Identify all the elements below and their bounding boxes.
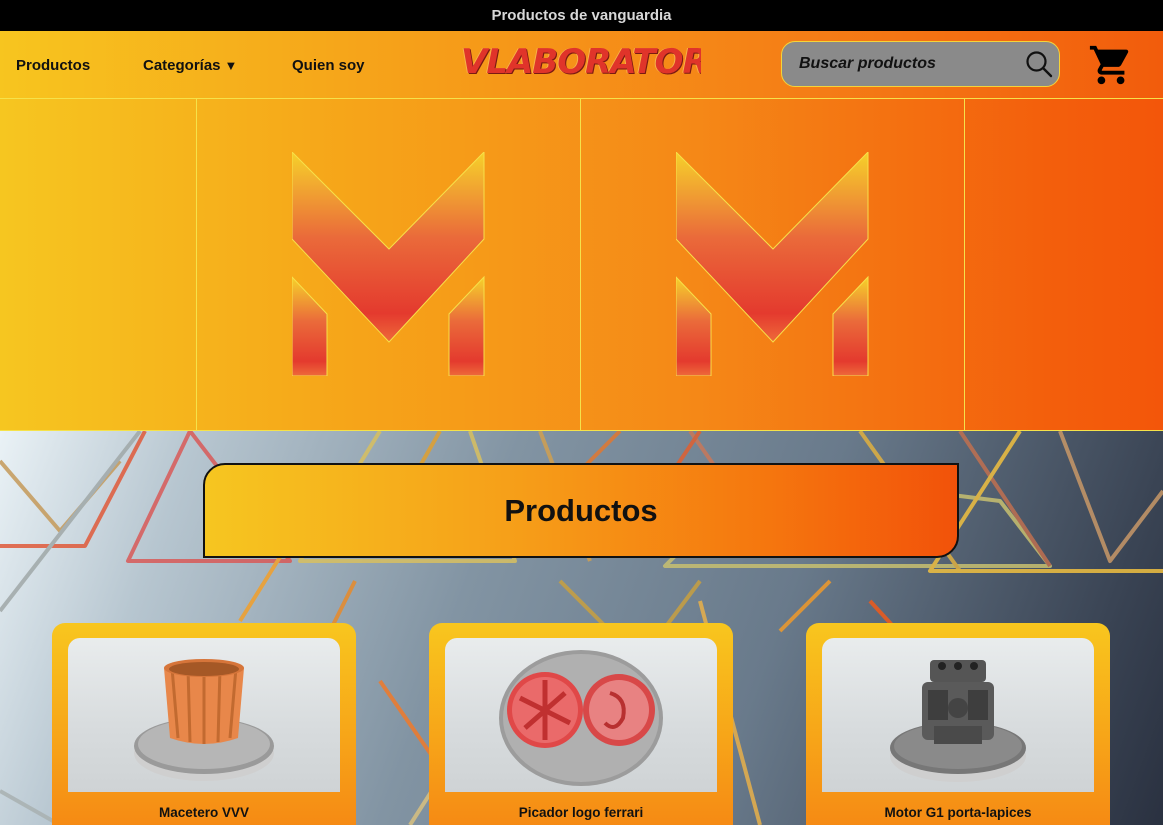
grinder-image: [499, 650, 663, 786]
products-section: Productos Macetero VVV Picador logo ferr…: [0, 431, 1163, 825]
section-title: Productos: [203, 463, 959, 558]
cart-icon: [1089, 45, 1129, 85]
nav-link-categorias-label: Categorías: [143, 57, 221, 74]
search-bar: [781, 41, 1060, 87]
product-image[interactable]: [68, 638, 340, 792]
brand-logo[interactable]: VLABORATORI: [461, 42, 701, 82]
search-button[interactable]: [1018, 41, 1059, 87]
product-image[interactable]: [822, 638, 1094, 792]
chevron-down-icon: ▼: [224, 58, 238, 73]
product-name[interactable]: Motor G1 porta-lapices: [806, 805, 1110, 820]
hero-panel: [580, 99, 965, 430]
product-card[interactable]: Picador logo ferrari: [429, 623, 733, 825]
product-name[interactable]: Picador logo ferrari: [429, 805, 733, 820]
nav-link-categorias[interactable]: Categorías ▼: [143, 57, 237, 74]
nav-link-quien-soy[interactable]: Quien soy: [292, 57, 365, 74]
flowerpot-image: [134, 659, 274, 781]
m-logo-icon: [676, 152, 869, 376]
hero-panel: [964, 99, 1163, 430]
product-image[interactable]: [445, 638, 717, 792]
engine-image: [890, 660, 1026, 782]
product-card[interactable]: Motor G1 porta-lapices: [806, 623, 1110, 825]
product-card[interactable]: Macetero VVV: [52, 623, 356, 825]
cart-button[interactable]: [1088, 42, 1134, 88]
hero-panel: [196, 99, 581, 430]
announcement-text: Productos de vanguardia: [491, 7, 672, 24]
announcement-bar: Productos de vanguardia: [0, 0, 1163, 31]
m-logo-icon: [292, 152, 485, 376]
search-input[interactable]: [782, 42, 1018, 86]
product-name[interactable]: Macetero VVV: [52, 805, 356, 820]
search-icon: [1025, 51, 1052, 78]
main-navbar: Productos Categorías ▼ Quien soy VLABORAT…: [0, 31, 1163, 99]
hero-banner: [0, 99, 1163, 431]
nav-link-productos[interactable]: Productos: [16, 57, 90, 74]
